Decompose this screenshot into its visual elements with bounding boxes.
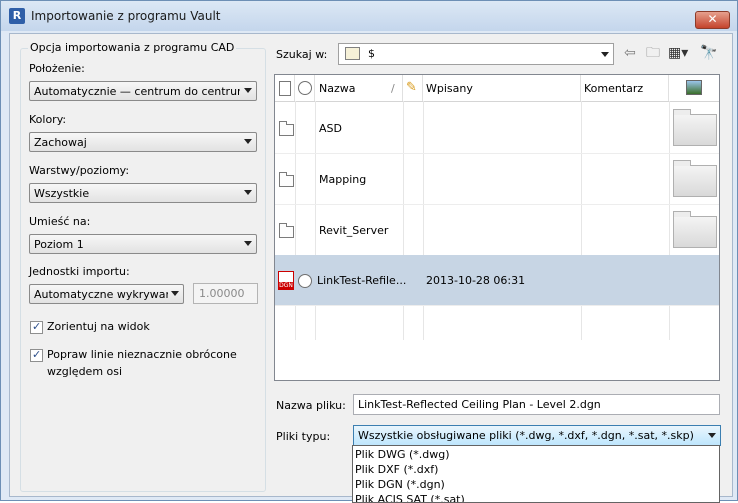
- group-title: Opcja importowania z programu CAD: [28, 41, 237, 54]
- dgn-file-icon: DGN: [278, 271, 294, 290]
- dialog-client-area: Opcja importowania z programu CAD Położe…: [9, 33, 733, 497]
- units-value: Automatyczne wykrywanie: [34, 288, 168, 301]
- item-name: LinkTest-Refile...: [317, 274, 407, 287]
- col-checkedin-header[interactable]: Wpisany: [423, 75, 581, 101]
- file-type-label: Pliki typu:: [276, 430, 331, 443]
- checkmark-icon: ✓: [32, 320, 42, 333]
- chevron-down-icon: [244, 190, 252, 195]
- units-select[interactable]: Automatyczne wykrywanie: [29, 284, 184, 304]
- location-value: Automatycznie — centrum do centrum: [34, 85, 240, 98]
- sort-marker: /: [391, 82, 395, 95]
- place-select[interactable]: Poziom 1: [29, 234, 257, 254]
- dgn-badge: DGN: [279, 282, 293, 289]
- fix-lines-label: Popraw linie nieznacznie obrócone: [47, 348, 237, 361]
- chevron-down-icon: [171, 291, 179, 296]
- search-in-value: $: [368, 47, 375, 60]
- folder-thumbnail: [673, 109, 717, 146]
- chevron-down-icon: [601, 52, 609, 57]
- chevron-down-icon: [244, 139, 252, 144]
- folder-thumbnail: [673, 211, 717, 248]
- folder-icon: [279, 172, 294, 187]
- item-name: ASD: [319, 122, 342, 135]
- status-circle-icon: [298, 81, 312, 95]
- col-comment-header[interactable]: Komentarz: [581, 75, 669, 101]
- file-type-value: Wszystkie obsługiwane pliki (*.dwg, *.dx…: [358, 429, 694, 442]
- col-type-header[interactable]: [275, 75, 295, 101]
- place-label: Umieść na:: [29, 215, 91, 228]
- col-checkedin-label: Wpisany: [426, 82, 473, 95]
- window-title: Importowanie z programu Vault: [31, 9, 221, 23]
- col-name-label: Nazwa: [319, 82, 356, 95]
- place-value: Poziom 1: [34, 238, 84, 251]
- col-thumbnail-header[interactable]: [669, 75, 719, 101]
- folder-thumbnail: [673, 160, 717, 197]
- file-name-label: Nazwa pliku:: [276, 399, 346, 412]
- colors-label: Kolory:: [29, 113, 67, 126]
- colors-value: Zachowaj: [34, 136, 87, 149]
- col-edit-header[interactable]: ✎: [403, 75, 423, 101]
- list-item-selected[interactable]: DGN LinkTest-Refile... 2013-10-28 06:31: [275, 255, 719, 306]
- search-in-label: Szukaj w:: [276, 48, 328, 61]
- units-factor-field[interactable]: 1.00000: [193, 283, 258, 304]
- file-type-option-dwg[interactable]: Plik DWG (*.dwg): [355, 448, 450, 461]
- folder-icon: [279, 121, 294, 136]
- import-dialog: R Importowanie z programu Vault ✕ Opcja …: [0, 0, 738, 503]
- pencil-icon: ✎: [406, 80, 417, 95]
- layers-select[interactable]: Wszystkie: [29, 183, 257, 203]
- close-button[interactable]: ✕: [695, 11, 730, 29]
- fix-lines-checkbox[interactable]: ✓: [30, 348, 43, 362]
- fix-lines-label-line2: względem osi: [47, 365, 123, 378]
- back-arrow-icon[interactable]: ⇦: [624, 45, 636, 61]
- chevron-down-icon: [244, 88, 252, 93]
- col-name-header[interactable]: Nazwa /: [315, 75, 403, 101]
- image-icon: [686, 80, 702, 95]
- list-item[interactable]: Mapping: [275, 153, 719, 205]
- col-comment-label: Komentarz: [584, 82, 644, 95]
- up-folder-icon[interactable]: 🗀: [646, 45, 660, 61]
- units-label: Jednostki importu:: [29, 265, 130, 278]
- orient-to-view-label: Zorientuj na widok: [47, 320, 150, 333]
- file-name-field[interactable]: LinkTest-Reflected Ceiling Plan - Level …: [353, 394, 720, 415]
- file-type-dropdown: Plik DWG (*.dwg) Plik DXF (*.dxf) Plik D…: [352, 445, 720, 503]
- item-name: Revit_Server: [319, 224, 389, 237]
- layers-label: Warstwy/poziomy:: [29, 164, 130, 177]
- checkmark-icon: ✓: [32, 348, 42, 361]
- col-status-header[interactable]: [295, 75, 315, 101]
- title-bar[interactable]: R Importowanie z programu Vault ✕: [1, 1, 737, 31]
- location-label: Położenie:: [29, 62, 85, 75]
- file-list[interactable]: Nazwa / ✎ Wpisany Komentarz ASD Mapping …: [274, 74, 720, 381]
- find-binoculars-icon[interactable]: 🔭: [700, 45, 717, 61]
- chevron-down-icon: [708, 433, 716, 438]
- item-name: Mapping: [319, 173, 367, 186]
- file-type-option-dgn[interactable]: Plik DGN (*.dgn): [355, 478, 445, 491]
- orient-to-view-checkbox[interactable]: ✓: [30, 320, 43, 334]
- file-type-select[interactable]: Wszystkie obsługiwane pliki (*.dwg, *.dx…: [353, 425, 721, 446]
- item-checked-in: 2013-10-28 06:31: [426, 274, 526, 287]
- colors-select[interactable]: Zachowaj: [29, 132, 257, 152]
- file-type-option-sat[interactable]: Plik ACIS SAT (*.sat): [355, 493, 465, 502]
- search-in-select[interactable]: $: [338, 43, 614, 65]
- status-circle-icon: [298, 274, 312, 288]
- file-list-header: Nazwa / ✎ Wpisany Komentarz: [275, 75, 719, 102]
- layers-value: Wszystkie: [34, 187, 90, 200]
- location-select[interactable]: Automatycznie — centrum do centrum: [29, 81, 257, 101]
- folder-icon: [279, 223, 294, 238]
- vault-folder-icon: [345, 47, 360, 60]
- list-item[interactable]: ASD: [275, 102, 719, 154]
- file-type-option-dxf[interactable]: Plik DXF (*.dxf): [355, 463, 438, 476]
- view-menu-icon[interactable]: ▦▾: [668, 45, 688, 61]
- revit-app-icon: R: [9, 8, 25, 24]
- chevron-down-icon: [244, 241, 252, 246]
- file-icon: [279, 81, 291, 96]
- list-item[interactable]: Revit_Server: [275, 204, 719, 256]
